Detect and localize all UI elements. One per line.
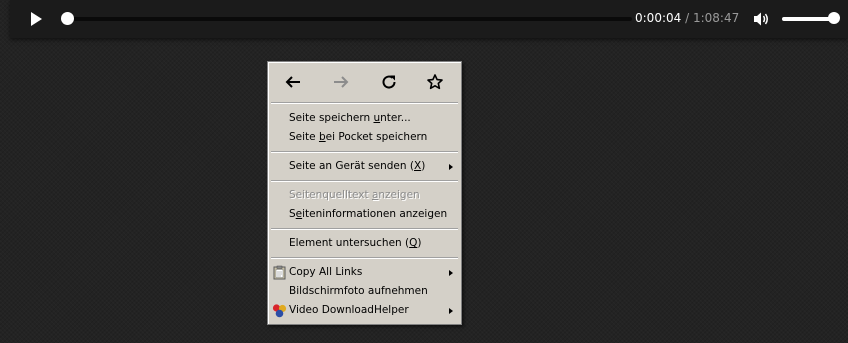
menu-item-copy-all-links[interactable]: Copy All Links	[268, 263, 461, 282]
menu-item-save-to-pocket[interactable]: Seite bei Pocket speichern	[268, 128, 461, 147]
volume-thumb[interactable]	[828, 12, 840, 24]
submenu-arrow-icon	[449, 270, 453, 276]
submenu-arrow-icon	[449, 164, 453, 170]
duration: 1:08:47	[692, 11, 740, 25]
back-button[interactable]	[284, 73, 302, 91]
forward-button[interactable]	[332, 73, 350, 91]
submenu-arrow-icon	[449, 308, 453, 314]
volume-icon	[754, 12, 768, 26]
bookmark-star-icon	[427, 74, 443, 90]
volume-track[interactable]	[782, 17, 834, 21]
time-separator: /	[685, 11, 690, 25]
time-display: 0:00:04 / 1:08:47	[635, 11, 739, 25]
menu-item-save-page-as[interactable]: Seite speichern unter...	[268, 109, 461, 128]
menu-item-inspect-element[interactable]: Element untersuchen (Q)	[268, 234, 461, 253]
menu-item-video-downloadhelper[interactable]: Video DownloadHelper	[268, 301, 461, 320]
menu-item-send-page-to-device[interactable]: Seite an Gerät senden (X)	[268, 157, 461, 176]
progress-thumb[interactable]	[61, 12, 74, 25]
play-button[interactable]	[28, 11, 44, 27]
menu-item-take-screenshot[interactable]: Bildschirmfoto aufnehmen	[268, 282, 461, 301]
back-arrow-icon	[285, 76, 300, 88]
menu-navigation-row	[268, 62, 461, 102]
context-menu: Seite speichern unter... Seite bei Pocke…	[267, 61, 462, 325]
clipboard-icon	[272, 265, 287, 280]
forward-arrow-icon	[334, 76, 349, 88]
reload-icon	[382, 75, 396, 89]
current-time: 0:00:04	[635, 11, 682, 25]
progress-track[interactable]	[66, 17, 632, 21]
volume-fill	[782, 17, 834, 21]
media-controls-bar: 0:00:04 / 1:08:47	[10, 0, 848, 38]
reload-button[interactable]	[380, 73, 398, 91]
bookmark-button[interactable]	[426, 73, 444, 91]
menu-item-page-info[interactable]: Seiteninformationen anzeigen	[268, 205, 461, 224]
menu-item-view-page-source[interactable]: Seitenquelltext anzeigen	[268, 186, 461, 205]
video-downloadhelper-icon	[272, 303, 287, 318]
mute-button[interactable]	[753, 11, 770, 27]
play-icon	[31, 12, 42, 26]
